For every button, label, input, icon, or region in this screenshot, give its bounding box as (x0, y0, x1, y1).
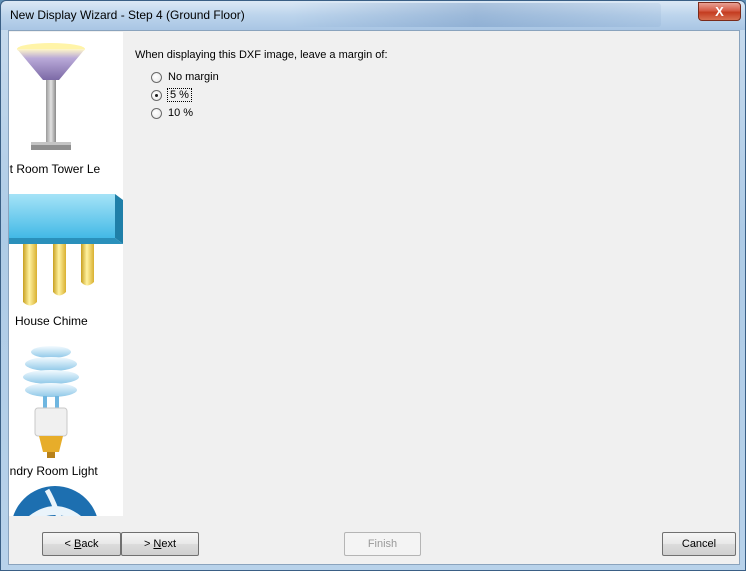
sidebar-item-globe[interactable] (9, 484, 123, 516)
wizard-window: New Display Wizard - Step 4 (Ground Floo… (0, 0, 746, 571)
sidebar-item-laundry-light[interactable]: undry Room Light (9, 338, 123, 484)
finish-button[interactable]: Finish (344, 532, 421, 556)
background-window-blur (291, 3, 661, 27)
sidebar-item-label: House Chime (15, 314, 88, 328)
floor-lamp-icon (17, 43, 85, 150)
back-button[interactable]: < Back (42, 532, 121, 556)
radio-label: 5 % (167, 88, 192, 102)
window-title: New Display Wizard - Step 4 (Ground Floo… (10, 8, 245, 22)
radio-label: 10 % (168, 107, 194, 119)
next-button[interactable]: > Next (121, 532, 199, 556)
radio-label: No margin (168, 71, 219, 83)
title-bar[interactable]: New Display Wizard - Step 4 (Ground Floo… (1, 1, 745, 30)
cfl-bulb-icon (23, 346, 79, 458)
close-button[interactable]: X (698, 2, 741, 21)
wizard-client-area: nt Room Tower Le House Chime undry Room … (8, 30, 740, 565)
radio-button[interactable] (151, 108, 162, 119)
chime-bars-icon (9, 194, 123, 306)
radio-button-checked[interactable] (151, 90, 162, 101)
sidebar-item-label: undry Room Light (9, 464, 98, 478)
globe-icon (13, 486, 97, 516)
margin-prompt: When displaying this DXF image, leave a … (135, 49, 388, 61)
cancel-button[interactable]: Cancel (662, 532, 736, 556)
sidebar-item-label: nt Room Tower Le (9, 162, 101, 176)
sidebar-item-tower-lamp[interactable]: nt Room Tower Le (9, 32, 123, 184)
radio-button[interactable] (151, 72, 162, 83)
sidebar-item-house-chime[interactable]: House Chime (9, 184, 123, 338)
device-icon-strip[interactable]: nt Room Tower Le House Chime undry Room … (9, 32, 123, 516)
